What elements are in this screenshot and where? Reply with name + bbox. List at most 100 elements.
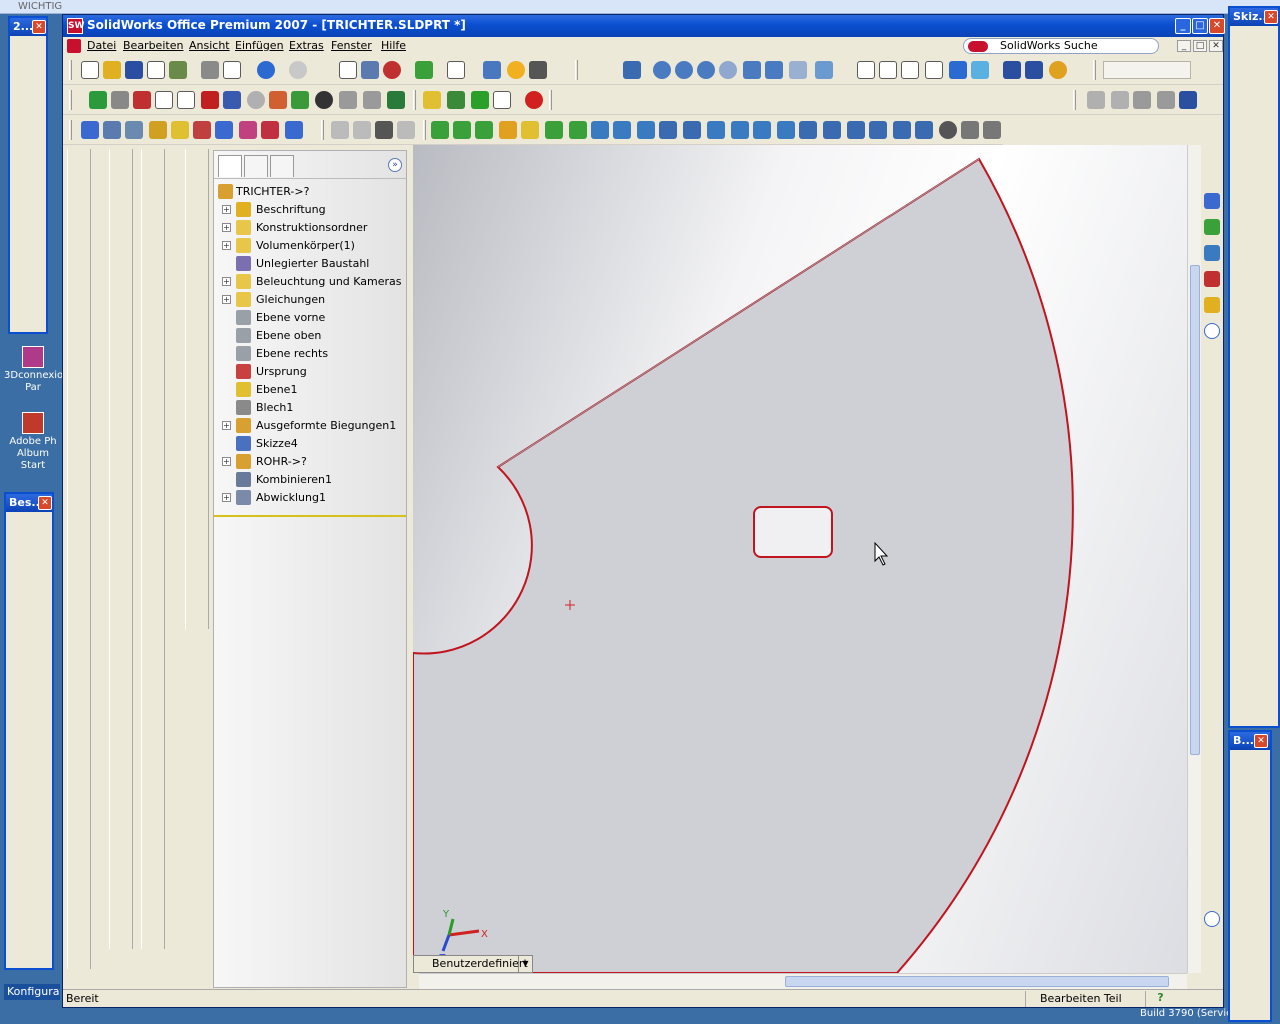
tree-item[interactable]: Ursprung [216,363,402,381]
appearance-icon[interactable] [1049,61,1067,79]
lofted-bend-icon[interactable] [569,121,587,139]
rebuild-icon[interactable] [383,61,401,79]
redo-icon[interactable] [289,61,307,79]
no-bends-icon[interactable] [683,121,701,139]
shadows-icon[interactable] [971,61,989,79]
sheetmetal-gusset-icon[interactable] [915,121,933,139]
view-orientation-select[interactable]: Benutzerdefiniert ▼ [413,955,533,973]
vertical-scrollbar[interactable] [1187,145,1201,973]
edge-flange-icon[interactable] [475,121,493,139]
toolbar-grip[interactable] [69,120,72,140]
tree-item[interactable]: Ebene oben [216,327,402,345]
open-folder-icon[interactable] [103,61,121,79]
break-corner-icon[interactable] [777,121,795,139]
save-icon[interactable] [125,61,143,79]
base-flange-icon[interactable] [431,121,449,139]
toolbox-browser-icon[interactable] [363,91,381,109]
section-properties-icon[interactable] [149,121,167,139]
photoworks-icon[interactable] [269,91,287,109]
tree-item[interactable]: + Konstruktionsordner [216,219,402,237]
options-icon[interactable] [169,61,187,79]
shaded-with-edges-icon[interactable] [925,61,943,79]
expand-toggle[interactable]: + [222,493,231,502]
stop-macro-icon[interactable] [111,91,129,109]
edit-macro-icon[interactable] [177,91,195,109]
hidden-lines-visible-icon[interactable] [879,61,897,79]
filter-faces-icon[interactable] [331,121,349,139]
tree-item[interactable]: Blech1 [216,399,402,417]
tab-feature-tree[interactable] [218,155,242,177]
line-format-icon[interactable] [1111,91,1129,109]
print-icon[interactable] [201,61,219,79]
filter-vertices-icon[interactable] [375,121,393,139]
undo-icon[interactable] [257,61,275,79]
menu-einfuegen[interactable]: Einfügen [235,39,284,52]
rip-icon[interactable] [707,121,725,139]
document-icon[interactable] [67,39,81,53]
reference-plane-icon[interactable] [423,91,441,109]
simulation-icon[interactable] [315,91,333,109]
expand-toggle[interactable]: + [222,295,231,304]
menu-extras[interactable]: Extras [289,39,324,52]
tree-item[interactable]: Unlegierter Baustahl [216,255,402,273]
geometry-analysis-icon[interactable] [193,121,211,139]
simple-hole-icon[interactable] [799,121,817,139]
expand-toggle[interactable]: + [222,223,231,232]
menu-fenster[interactable]: Fenster [331,39,372,52]
design-checker-icon[interactable] [339,91,357,109]
close-icon[interactable]: ✕ [38,496,52,510]
forming-tool-icon[interactable] [847,121,865,139]
reference-point-icon[interactable] [471,91,489,109]
expand-toggle[interactable]: + [222,205,231,214]
close-button[interactable]: ✕ [1209,18,1225,34]
title-bar[interactable]: SW SolidWorks Office Premium 2007 - [TRI… [63,15,1225,37]
tree-root[interactable]: TRICHTER->? [216,183,402,201]
dimension-grid-icon[interactable] [1179,91,1197,109]
doc-close-button[interactable]: ✕ [1209,40,1223,52]
zoom-in-out-icon[interactable] [697,61,715,79]
corner-trim-icon[interactable] [983,121,1001,139]
vertical-scroll-thumb[interactable] [1190,265,1200,755]
unfold-icon[interactable] [613,121,631,139]
view-palette-icon[interactable] [1204,297,1220,313]
grid-icon[interactable] [415,61,433,79]
rotate-view-icon[interactable] [743,61,761,79]
collapse-panel-button[interactable]: » [388,158,402,172]
tab-property-manager[interactable] [244,155,268,177]
previous-view-icon[interactable] [789,61,807,79]
camera-icon[interactable] [529,61,547,79]
insert-bends-icon[interactable] [591,121,609,139]
toolbar-grip[interactable] [1093,60,1096,80]
close-icon[interactable]: ✕ [1264,10,1278,24]
feature-list-icon[interactable] [483,61,501,79]
file-properties-icon[interactable] [147,61,165,79]
macro-close-icon[interactable] [201,91,219,109]
toolbar-grip[interactable] [69,90,72,110]
closed-corner-icon[interactable] [731,121,749,139]
toolbar-grip[interactable] [1073,90,1076,110]
toolbar-grip[interactable] [549,90,552,110]
horizontal-scroll-thumb[interactable] [785,976,1169,987]
line-thickness-icon[interactable] [1133,91,1151,109]
equations-icon[interactable] [215,121,233,139]
expand-toggle[interactable]: + [222,241,231,250]
close-icon[interactable]: ✕ [1254,734,1268,748]
customize-icon[interactable] [223,91,241,109]
spell-check-icon[interactable] [81,121,99,139]
toolbox-icon[interactable] [247,91,265,109]
tree-item[interactable]: Skizze4 [216,435,402,453]
check-icon[interactable] [171,121,189,139]
flat-pattern-face[interactable] [413,157,1074,973]
configuration-dropdown[interactable] [1103,61,1191,79]
section-view-icon[interactable] [1003,61,1021,79]
chevron-down-icon[interactable]: ▼ [518,956,532,972]
menu-ansicht[interactable]: Ansicht [189,39,230,52]
expand-toggle[interactable]: + [222,421,231,430]
standard-views-icon[interactable] [815,61,833,79]
reference-axis-icon[interactable] [447,91,465,109]
resources-icon[interactable] [1204,193,1220,209]
print-preview-icon[interactable] [223,61,241,79]
split-icon[interactable] [961,121,979,139]
convert-to-sheetmetal-icon[interactable] [893,121,911,139]
tree-item[interactable]: + Ausgeformte Biegungen1 [216,417,402,435]
